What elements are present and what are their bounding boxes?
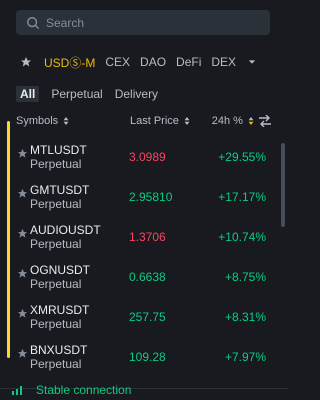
swap-icon[interactable] xyxy=(258,115,272,127)
row-symbol: XMRUSDT xyxy=(30,303,90,317)
row-contract-type: Perpetual xyxy=(30,237,82,251)
favorite-star-icon[interactable] xyxy=(17,148,28,159)
row-change: +8.31% xyxy=(224,310,266,324)
market-row[interactable]: AUDIOUSDT Perpetual 1.3706 +10.74% xyxy=(0,220,280,260)
row-change: +10.74% xyxy=(218,230,266,244)
row-last-price: 0.6638 xyxy=(129,270,166,284)
row-change: +29.55% xyxy=(218,150,266,164)
search-bar[interactable] xyxy=(16,10,270,35)
sort-symbols[interactable]: Symbols xyxy=(16,115,69,127)
favorite-star-icon[interactable] xyxy=(17,308,28,319)
search-icon xyxy=(27,16,40,29)
row-symbol: OGNUSDT xyxy=(30,263,90,277)
row-change: +7.97% xyxy=(224,350,266,364)
row-last-price: 3.0989 xyxy=(129,150,166,164)
scrollbar[interactable] xyxy=(281,143,285,227)
column-symbols: Symbols xyxy=(16,115,59,127)
market-row[interactable]: BNXUSDT Perpetual 109.28 +7.97% xyxy=(0,340,280,380)
category-defi[interactable]: DeFi xyxy=(176,55,201,69)
market-row[interactable]: MTLUSDT Perpetual 3.0989 +29.55% xyxy=(0,140,280,180)
tab-all[interactable]: All xyxy=(16,86,40,102)
row-symbol: GMTUSDT xyxy=(30,183,90,197)
signal-icon xyxy=(12,386,22,395)
row-last-price: 1.3706 xyxy=(129,230,166,244)
favorite-star-icon[interactable] xyxy=(17,348,28,359)
market-row[interactable]: XMRUSDT Perpetual 257.75 +8.31% xyxy=(0,300,280,340)
connection-status: Stable connection xyxy=(36,383,132,397)
category-dao[interactable]: DAO xyxy=(140,55,166,69)
favorite-star-icon[interactable] xyxy=(17,228,28,239)
row-last-price: 109.28 xyxy=(129,350,166,364)
sort-icon xyxy=(63,117,69,125)
row-last-price: 257.75 xyxy=(129,310,166,324)
market-subtabs: All Perpetual Delivery xyxy=(16,86,170,102)
row-contract-type: Perpetual xyxy=(30,317,82,331)
favorite-star-icon[interactable] xyxy=(17,268,28,279)
market-list: MTLUSDT Perpetual 3.0989 +29.55% GMTUSDT Perp… xyxy=(0,140,280,380)
row-change: +17.17% xyxy=(218,190,266,204)
sort-last-price[interactable]: Last Price xyxy=(130,115,190,127)
connection-status-bar: Stable connection xyxy=(0,383,288,400)
category-bar: USDⓈ-M CEX DAO DeFi DEX xyxy=(20,54,288,70)
search-input[interactable] xyxy=(46,15,246,30)
category-usdm[interactable]: USDⓈ-M xyxy=(44,54,95,71)
category-dex[interactable]: DEX xyxy=(211,55,236,69)
sort-change[interactable]: 24h % xyxy=(212,115,254,127)
row-contract-type: Perpetual xyxy=(30,197,82,211)
caret-down-icon[interactable] xyxy=(248,58,256,66)
sort-desc-icon xyxy=(248,117,254,125)
row-symbol: BNXUSDT xyxy=(30,343,88,357)
favorite-star-icon[interactable] xyxy=(17,188,28,199)
market-row[interactable]: GMTUSDT Perpetual 2.95810 +17.17% xyxy=(0,180,280,220)
table-header: Symbols Last Price 24h % xyxy=(16,115,272,129)
column-last-price: Last Price xyxy=(130,115,179,127)
row-contract-type: Perpetual xyxy=(30,357,82,371)
sort-icon xyxy=(184,117,190,125)
category-cex[interactable]: CEX xyxy=(105,55,130,69)
row-change: +8.75% xyxy=(224,270,266,284)
tab-delivery[interactable]: Delivery xyxy=(115,87,158,101)
row-last-price: 2.95810 xyxy=(129,190,173,204)
market-row[interactable]: OGNUSDT Perpetual 0.6638 +8.75% xyxy=(0,260,280,300)
row-symbol: MTLUSDT xyxy=(30,143,87,157)
row-contract-type: Perpetual xyxy=(30,277,82,291)
row-symbol: AUDIOUSDT xyxy=(30,223,101,237)
favorites-star-icon[interactable] xyxy=(20,56,32,68)
tab-perpetual[interactable]: Perpetual xyxy=(51,87,102,101)
row-contract-type: Perpetual xyxy=(30,157,82,171)
column-change: 24h % xyxy=(211,115,243,127)
